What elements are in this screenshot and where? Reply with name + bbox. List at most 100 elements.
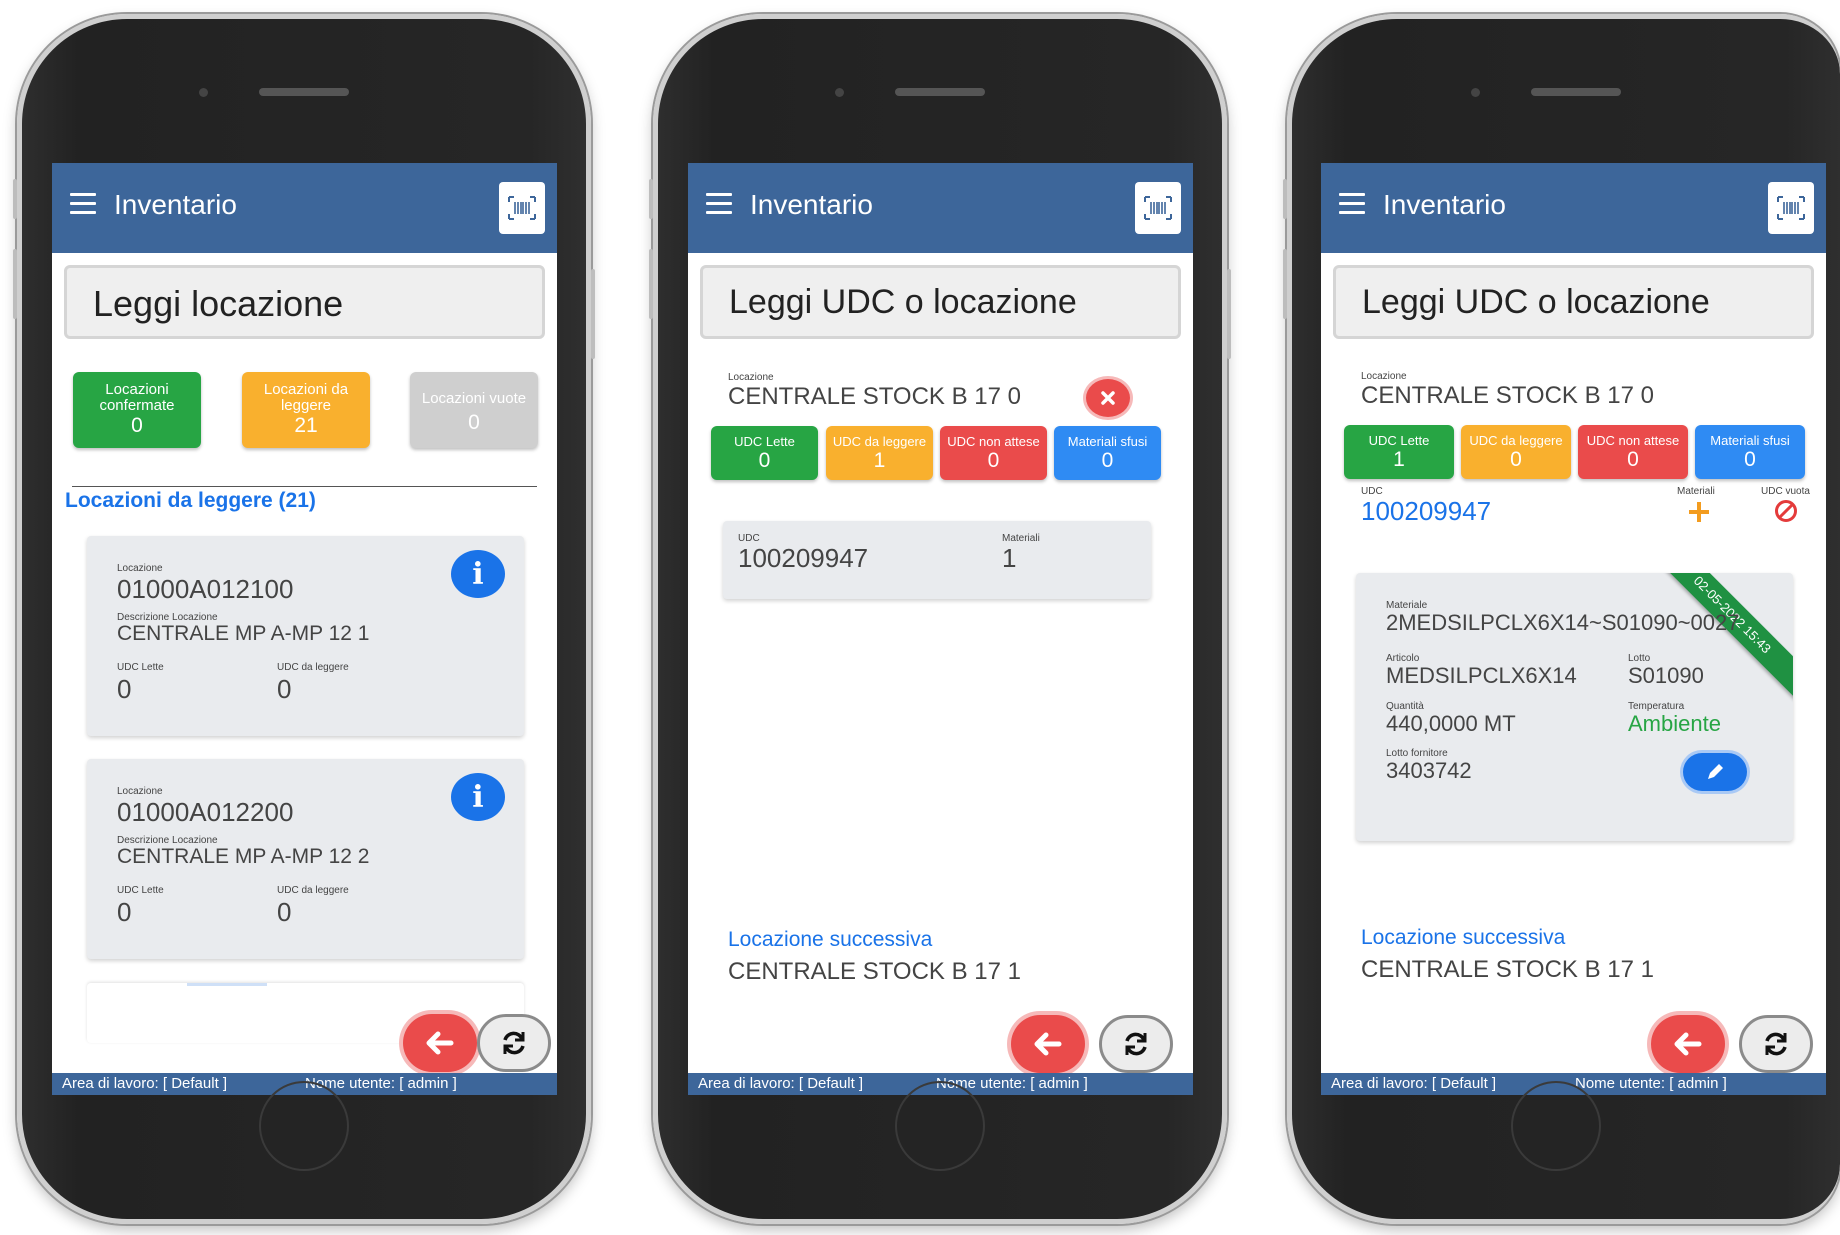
tile-label: Materiali sfusi <box>1067 434 1148 449</box>
scan-prompt[interactable]: Leggi locazione <box>64 265 545 339</box>
material-card[interactable]: 02-05-2022 15:43 Materiale 2MEDSILPCLX6X… <box>1356 573 1793 841</box>
edit-button[interactable] <box>1683 753 1747 791</box>
tile-loose-materials: Materiali sfusi 0 <box>1695 425 1805 479</box>
app-screen-3: Inventario Leggi UDC o locazione Locazio… <box>1321 163 1826 1095</box>
tile-value: 0 <box>1627 448 1639 471</box>
location-description: CENTRALE MP A-MP 12 1 <box>117 622 370 645</box>
phone-frame-2: Inventario Leggi UDC o locazione Locazio… <box>649 14 1231 1224</box>
tile-udc-to-read: UDC da leggere 0 <box>1461 425 1571 479</box>
hamburger-icon[interactable] <box>1339 193 1365 215</box>
udc-read-value: 0 <box>117 674 132 704</box>
block-icon <box>1775 500 1797 522</box>
tile-udc-unexpected: UDC non attese 0 <box>1578 425 1688 479</box>
workspace-label: Area di lavoro: [ Default ] <box>698 1075 864 1092</box>
udc-read-value: 0 <box>117 897 132 927</box>
info-icon: i <box>472 556 484 592</box>
tile-value: 0 <box>987 449 1000 472</box>
material-code: 2MEDSILPCLX6X14~S01090~0027 <box>1386 610 1740 635</box>
location-label: Locazione <box>117 786 163 797</box>
info-icon: i <box>472 779 484 815</box>
empty-udc-button[interactable] <box>1774 499 1798 528</box>
scan-prompt[interactable]: Leggi UDC o locazione <box>700 265 1181 339</box>
location-label: Locazione <box>117 563 163 574</box>
home-button[interactable] <box>259 1081 349 1171</box>
tile-label: Locazioni confermate <box>99 381 175 414</box>
current-location: CENTRALE STOCK B 17 0 <box>1361 382 1654 409</box>
tile-locations-to-read: Locazioni da leggere 21 <box>242 372 370 448</box>
app-header: Inventario <box>52 163 557 253</box>
camera-icon <box>835 88 844 97</box>
tile-label: Locazioni vuote <box>421 390 527 407</box>
workspace-label: Area di lavoro: [ Default ] <box>62 1075 228 1092</box>
back-button[interactable] <box>403 1014 477 1072</box>
add-material-button[interactable] <box>1687 500 1711 529</box>
plus-icon <box>1689 502 1709 522</box>
barcode-scan-button[interactable] <box>1768 182 1814 234</box>
tile-label: UDC da leggere <box>1469 433 1563 448</box>
udc-card[interactable]: UDC 100209947 Materiali 1 <box>723 521 1151 599</box>
info-button[interactable]: i <box>451 773 505 821</box>
location-label: Locazione <box>728 372 774 383</box>
tile-value: 0 <box>1744 448 1756 471</box>
app-screen-1: Inventario Leggi locazione Locazioni con… <box>52 163 557 1095</box>
app-title: Inventario <box>750 189 873 220</box>
tile-label: Locazioni da leggere <box>263 381 349 414</box>
refresh-icon <box>1125 1032 1147 1056</box>
barcode-scan-icon <box>1144 196 1172 220</box>
udc-to-read-label: UDC da leggere <box>277 885 349 896</box>
hamburger-icon[interactable] <box>706 193 732 215</box>
refresh-button[interactable] <box>1739 1015 1813 1073</box>
udc-to-read-value: 0 <box>277 897 292 927</box>
scan-prompt[interactable]: Leggi UDC o locazione <box>1333 265 1814 339</box>
app-screen-2: Inventario Leggi UDC o locazione Locazio… <box>688 163 1193 1095</box>
lot-code: S01090 <box>1628 663 1704 688</box>
back-button[interactable] <box>1011 1015 1085 1073</box>
materials-label: Materiali <box>1677 486 1715 497</box>
tile-value: 0 <box>468 411 480 434</box>
speaker-grille <box>1531 88 1621 96</box>
refresh-icon <box>1765 1032 1787 1056</box>
divider <box>72 486 537 487</box>
barcode-scan-button[interactable] <box>1135 182 1181 234</box>
arrow-left-icon <box>1034 1032 1062 1056</box>
refresh-button[interactable] <box>477 1014 551 1072</box>
home-button[interactable] <box>1511 1081 1601 1171</box>
next-location-label: Locazione successiva <box>728 928 933 951</box>
article-code: MEDSILPCLX6X14 <box>1386 663 1577 688</box>
arrow-left-icon <box>426 1031 454 1055</box>
location-card[interactable]: Locazione 01000A012200 Descrizione Locaz… <box>87 759 524 959</box>
tile-label: UDC da leggere <box>832 434 927 449</box>
home-button[interactable] <box>895 1081 985 1171</box>
tile-udc-read: UDC Lette 1 <box>1344 425 1454 479</box>
location-card[interactable]: Locazione 01000A012100 Descrizione Locaz… <box>87 536 524 736</box>
refresh-button[interactable] <box>1099 1015 1173 1073</box>
app-header: Inventario <box>688 163 1193 253</box>
tile-loose-materials: Materiali sfusi 0 <box>1054 426 1161 480</box>
refresh-icon <box>503 1031 525 1055</box>
list-title: Locazioni da leggere (21) <box>65 489 316 512</box>
tile-label: UDC Lette <box>1368 433 1430 448</box>
barcode-scan-icon <box>1777 196 1805 220</box>
tile-value: 0 <box>1510 448 1522 471</box>
next-location: CENTRALE STOCK B 17 1 <box>728 958 1021 985</box>
hamburger-icon[interactable] <box>70 193 96 215</box>
udc-code: 100209947 <box>738 543 869 573</box>
barcode-scan-button[interactable] <box>499 182 545 234</box>
user-label: Nome utente: [ admin ] <box>1575 1075 1727 1092</box>
clear-location-button[interactable] <box>1086 379 1130 417</box>
udc-to-read-value: 0 <box>277 674 292 704</box>
tile-empty-locations: Locazioni vuote 0 <box>410 372 538 448</box>
info-button[interactable]: i <box>451 550 505 598</box>
next-location-label: Locazione successiva <box>1361 926 1566 949</box>
camera-icon <box>199 88 208 97</box>
udc-code[interactable]: 100209947 <box>1361 496 1491 527</box>
back-button[interactable] <box>1651 1015 1725 1073</box>
location-label: Locazione <box>1361 371 1407 382</box>
supplier-lot-value: 3403742 <box>1386 758 1472 783</box>
phone-frame-3: Inventario Leggi UDC o locazione Locazio… <box>1283 14 1840 1224</box>
tile-udc-to-read: UDC da leggere 1 <box>826 426 933 480</box>
app-header: Inventario <box>1321 163 1826 253</box>
tile-value: 0 <box>758 449 771 472</box>
current-location: CENTRALE STOCK B 17 0 <box>728 383 1021 410</box>
tile-label: UDC Lette <box>734 434 795 449</box>
